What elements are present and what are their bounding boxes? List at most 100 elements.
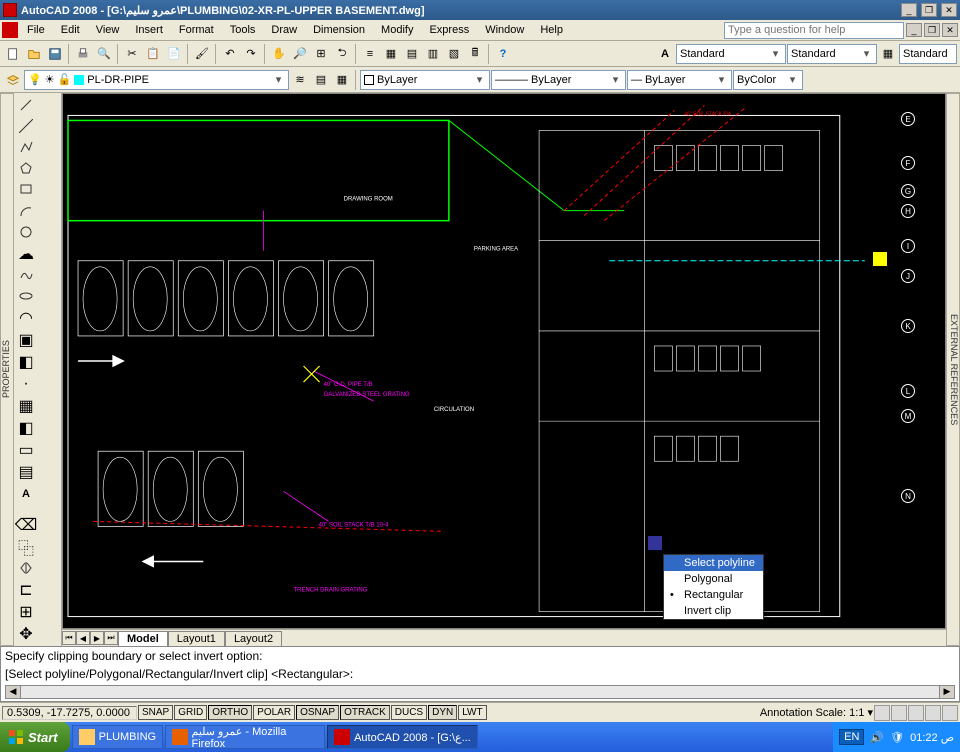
model-space-icon[interactable] xyxy=(908,705,924,721)
osnap-toggle[interactable]: OSNAP xyxy=(296,705,339,720)
menu-view[interactable]: View xyxy=(89,22,127,38)
lock-ui-icon[interactable] xyxy=(925,705,941,721)
block-insert-tool[interactable]: ▣ xyxy=(16,330,36,350)
mdi-minimize-button[interactable]: _ xyxy=(906,23,922,37)
dim-style-combo[interactable]: Standard▾ xyxy=(787,44,877,64)
table-style-combo[interactable]: Standard xyxy=(899,44,957,64)
arc-tool[interactable] xyxy=(16,201,36,220)
menu-select-polyline[interactable]: Select polyline xyxy=(664,555,763,571)
copy-tool[interactable]: ⿻ xyxy=(16,537,36,557)
otrack-toggle[interactable]: OTRACK xyxy=(340,705,390,720)
cmd-scrollbar[interactable]: ◀▶ xyxy=(5,685,955,699)
ducs-toggle[interactable]: DUCS xyxy=(391,705,427,720)
menu-file[interactable]: File xyxy=(20,22,52,38)
tab-model[interactable]: Model xyxy=(118,631,168,646)
taskbar-item[interactable]: عمرو سليم - Mozilla Firefox xyxy=(165,725,325,749)
rectangle-tool[interactable] xyxy=(16,180,36,199)
clean-screen-icon[interactable] xyxy=(942,705,958,721)
layer-props-button[interactable] xyxy=(3,70,23,90)
redo-button[interactable]: ↷ xyxy=(241,44,261,64)
undo-button[interactable]: ↶ xyxy=(220,44,240,64)
plot-preview-button[interactable]: 🔍 xyxy=(94,44,114,64)
tool-palettes-button[interactable]: ▤ xyxy=(402,44,422,64)
lineweight-combo[interactable]: —ByLayer▾ xyxy=(627,70,732,90)
text-style-a-icon[interactable]: A xyxy=(655,44,675,64)
design-center-button[interactable]: ▦ xyxy=(381,44,401,64)
properties-button[interactable]: ≡ xyxy=(360,44,380,64)
coordinates-display[interactable]: 0.5309, -17.7275, 0.0000 xyxy=(2,706,137,720)
make-block-tool[interactable]: ◧ xyxy=(16,352,36,372)
table-tool[interactable]: ▤ xyxy=(16,462,36,482)
match-props-button[interactable]: 🖌 xyxy=(192,44,212,64)
layer-states-button[interactable]: ▤ xyxy=(311,70,331,90)
anno-vis-icon[interactable] xyxy=(874,705,890,721)
taskbar-item[interactable]: AutoCAD 2008 - [G:\ع... xyxy=(327,725,478,749)
layer-combo[interactable]: 💡 ☀ 🔓 PL-DR-PIPE ▾ xyxy=(24,70,289,90)
mdi-close-button[interactable]: ✕ xyxy=(942,23,958,37)
help-button[interactable]: ? xyxy=(493,44,513,64)
tab-next[interactable]: ▶ xyxy=(90,631,104,645)
menu-dimension[interactable]: Dimension xyxy=(306,22,372,38)
menu-draw[interactable]: Draw xyxy=(264,22,304,38)
mirror-tool[interactable] xyxy=(16,559,36,578)
paste-button[interactable]: 📄 xyxy=(164,44,184,64)
polygon-tool[interactable] xyxy=(16,159,36,178)
minimize-button[interactable]: _ xyxy=(901,3,917,17)
region-tool[interactable]: ▭ xyxy=(16,440,36,460)
zoom-prev-button[interactable]: ⮌ xyxy=(332,44,352,64)
construction-line-tool[interactable] xyxy=(16,116,36,135)
help-search-input[interactable] xyxy=(724,22,904,39)
drawing-canvas[interactable]: DRAWING ROOM PARKING AREA CIRCULATION TR… xyxy=(62,93,946,629)
grid-toggle[interactable]: GRID xyxy=(174,705,207,720)
tab-first[interactable]: ⏮ xyxy=(62,631,76,645)
tab-prev[interactable]: ◀ xyxy=(76,631,90,645)
annotation-scale[interactable]: Annotation Scale: 1:1 ▾ xyxy=(760,706,873,719)
circle-tool[interactable] xyxy=(16,222,36,241)
tray-icon[interactable]: 🔊 xyxy=(870,731,884,744)
tab-layout2[interactable]: Layout2 xyxy=(225,631,282,646)
plotstyle-combo[interactable]: ByColor▾ xyxy=(733,70,803,90)
taskbar-item[interactable]: PLUMBING xyxy=(72,725,163,749)
revcloud-tool[interactable]: ☁ xyxy=(16,244,36,264)
erase-tool[interactable]: ⌫ xyxy=(16,515,36,535)
tab-layout1[interactable]: Layout1 xyxy=(168,631,225,646)
anno-auto-icon[interactable] xyxy=(891,705,907,721)
menu-window[interactable]: Window xyxy=(478,22,531,38)
copy-button[interactable]: 📋 xyxy=(143,44,163,64)
close-button[interactable]: ✕ xyxy=(941,3,957,17)
zoom-button[interactable]: 🔎 xyxy=(290,44,310,64)
start-button[interactable]: Start xyxy=(0,722,70,752)
ellipse-tool[interactable] xyxy=(16,287,36,306)
clock[interactable]: 01:22 ص xyxy=(910,731,954,744)
language-indicator[interactable]: EN xyxy=(839,729,864,745)
gradient-tool[interactable]: ◧ xyxy=(16,418,36,438)
color-combo[interactable]: ByLayer▾ xyxy=(360,70,490,90)
menu-express[interactable]: Express xyxy=(422,22,476,38)
tray-icon[interactable]: 🛡 xyxy=(890,731,904,744)
menu-insert[interactable]: Insert xyxy=(128,22,170,38)
spline-tool[interactable] xyxy=(16,266,36,285)
pan-button[interactable]: ✋ xyxy=(269,44,289,64)
sheet-set-button[interactable]: ▥ xyxy=(423,44,443,64)
cut-button[interactable]: ✂ xyxy=(122,44,142,64)
calc-button[interactable]: 🖩 xyxy=(465,44,485,64)
xref-panel-tab[interactable]: EXTERNAL REFERENCES xyxy=(946,93,960,646)
save-button[interactable] xyxy=(45,44,65,64)
menu-edit[interactable]: Edit xyxy=(54,22,87,38)
menu-format[interactable]: Format xyxy=(172,22,221,38)
ortho-toggle[interactable]: ORTHO xyxy=(208,705,252,720)
polyline-tool[interactable] xyxy=(16,137,36,156)
menu-polygonal[interactable]: Polygonal xyxy=(664,571,763,587)
table-style-icon[interactable]: ▦ xyxy=(878,44,898,64)
mtext-tool[interactable]: A xyxy=(16,484,36,503)
command-line[interactable]: Specify clipping boundary or select inve… xyxy=(0,646,960,702)
menu-invert-clip[interactable]: Invert clip xyxy=(664,603,763,619)
linetype-combo[interactable]: ———ByLayer▾ xyxy=(491,70,626,90)
system-tray[interactable]: EN 🔊 🛡 01:22 ص xyxy=(833,722,960,752)
lwt-toggle[interactable]: LWT xyxy=(458,705,486,720)
layer-prev-button[interactable]: ≋ xyxy=(290,70,310,90)
print-button[interactable] xyxy=(73,44,93,64)
properties-panel-tab[interactable]: PROPERTIES xyxy=(0,93,14,646)
line-tool[interactable] xyxy=(16,95,36,114)
hatch-tool[interactable]: ▦ xyxy=(16,396,36,416)
